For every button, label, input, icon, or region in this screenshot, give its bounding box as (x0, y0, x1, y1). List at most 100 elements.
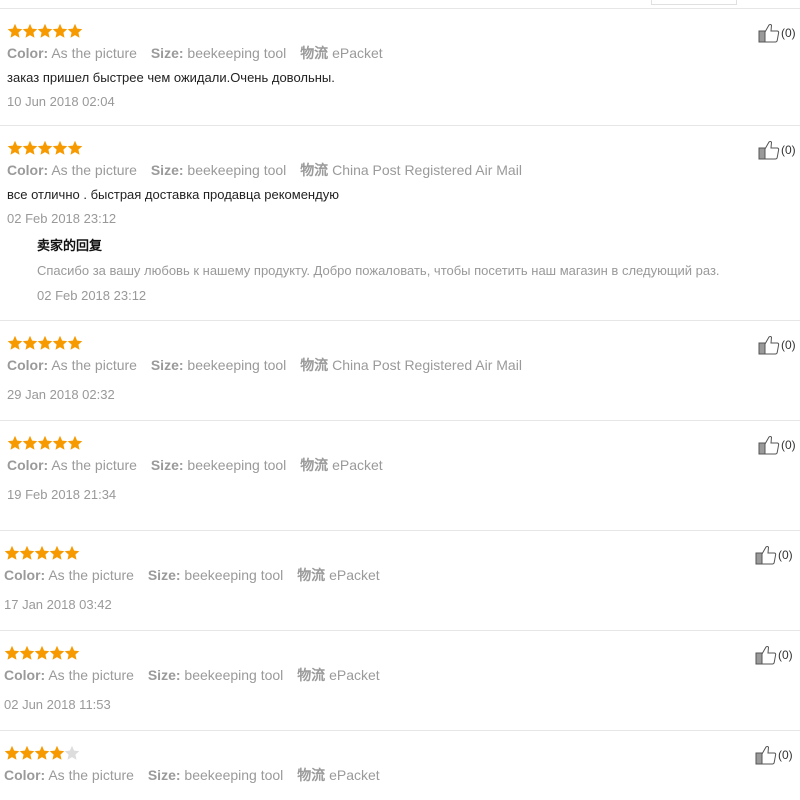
star-icon (67, 23, 83, 39)
review-text: все отлично . быстрая доставка продавца … (7, 187, 339, 202)
color-value: As the picture (48, 767, 134, 783)
thumbs-up-icon (758, 23, 780, 43)
review-item: Color: As the picture Size: beekeeping t… (0, 631, 800, 731)
star-icon (37, 23, 53, 39)
sku-info: Color: As the picture Size: beekeeping t… (7, 457, 393, 473)
thumbs-up-icon (755, 545, 777, 565)
color-label: Color: (7, 162, 49, 178)
review-item: Color: As the picture Size: beekeeping t… (0, 731, 800, 800)
like-button[interactable]: (0) (758, 435, 796, 455)
like-count: (0) (781, 26, 796, 40)
sku-info: Color: As the picture Size: beekeeping t… (7, 357, 532, 373)
seller-reply-text: Спасибо за вашу любовь к нашему продукту… (37, 263, 720, 278)
review-date: 10 Jun 2018 02:04 (7, 94, 115, 109)
thumbs-up-icon (755, 645, 777, 665)
star-icon (22, 140, 38, 156)
like-count: (0) (781, 143, 796, 157)
size-value: beekeeping tool (187, 162, 287, 178)
like-count: (0) (781, 438, 796, 452)
like-count: (0) (778, 748, 793, 762)
color-label: Color: (7, 45, 49, 61)
shipping-value: ePacket (332, 457, 383, 473)
review-item: Color: As the picture Size: beekeeping t… (0, 531, 800, 631)
star-icon (34, 545, 50, 561)
star-icon (22, 435, 38, 451)
star-icon (34, 645, 50, 661)
star-icon (22, 23, 38, 39)
color-label: Color: (7, 357, 49, 373)
like-button[interactable]: (0) (755, 545, 793, 565)
like-button[interactable]: (0) (755, 745, 793, 765)
size-value: beekeeping tool (187, 357, 287, 373)
shipping-value: China Post Registered Air Mail (332, 162, 522, 178)
size-value: beekeeping tool (184, 667, 284, 683)
like-button[interactable]: (0) (758, 140, 796, 160)
star-icon (64, 545, 80, 561)
star-icon (7, 23, 23, 39)
seller-reply-date: 02 Feb 2018 23:12 (37, 288, 147, 303)
like-count: (0) (778, 548, 793, 562)
star-icon (22, 335, 38, 351)
size-value: beekeeping tool (187, 457, 287, 473)
color-value: As the picture (48, 667, 134, 683)
size-label: Size: (150, 162, 184, 178)
thumbs-up-icon (755, 745, 777, 765)
shipping-label: 物流 (297, 667, 326, 683)
star-icon (19, 645, 35, 661)
color-value: As the picture (51, 45, 137, 61)
sku-info: Color: As the picture Size: beekeeping t… (4, 667, 390, 683)
star-icon (37, 335, 53, 351)
like-button[interactable]: (0) (755, 645, 793, 665)
color-value: As the picture (51, 357, 137, 373)
size-label: Size: (147, 767, 181, 783)
thumbs-up-icon (758, 140, 780, 160)
like-button[interactable]: (0) (758, 23, 796, 43)
star-icon (19, 745, 35, 761)
star-icon (37, 140, 53, 156)
color-value: As the picture (51, 162, 137, 178)
star-icon (52, 140, 68, 156)
color-label: Color: (7, 457, 49, 473)
size-label: Size: (150, 357, 184, 373)
shipping-label: 物流 (297, 767, 326, 783)
review-date: 02 Jun 2018 11:53 (4, 697, 111, 712)
star-icon (19, 545, 35, 561)
star-icon (7, 435, 23, 451)
color-label: Color: (4, 767, 46, 783)
size-label: Size: (150, 45, 184, 61)
seller-reply-title: 卖家的回复 (37, 238, 103, 253)
review-item: Color: As the picture Size: beekeeping t… (0, 421, 800, 531)
like-count: (0) (778, 648, 793, 662)
size-value: beekeeping tool (184, 567, 284, 583)
star-icon (49, 645, 65, 661)
like-button[interactable]: (0) (758, 335, 796, 355)
star-icon (64, 645, 80, 661)
star-icon (52, 435, 68, 451)
star-icon (52, 335, 68, 351)
shipping-label: 物流 (297, 567, 326, 583)
size-label: Size: (147, 667, 181, 683)
thumbs-up-icon (758, 335, 780, 355)
review-item: Color: As the picture Size: beekeeping t… (0, 321, 800, 421)
shipping-value: ePacket (329, 667, 380, 683)
shipping-value: China Post Registered Air Mail (332, 357, 522, 373)
review-date: 19 Feb 2018 21:34 (7, 487, 117, 502)
star-icon (67, 435, 83, 451)
shipping-label: 物流 (300, 357, 329, 373)
star-icon (4, 745, 20, 761)
star-icon (7, 140, 23, 156)
review-date: 02 Feb 2018 23:12 (7, 211, 117, 226)
star-icon (64, 745, 80, 761)
top-control[interactable] (651, 0, 737, 5)
size-value: beekeeping tool (184, 767, 284, 783)
shipping-value: ePacket (329, 767, 380, 783)
color-value: As the picture (48, 567, 134, 583)
like-count: (0) (781, 338, 796, 352)
color-label: Color: (4, 667, 46, 683)
color-value: As the picture (51, 457, 137, 473)
sku-info: Color: As the picture Size: beekeeping t… (4, 767, 390, 783)
review-date: 29 Jan 2018 02:32 (7, 387, 115, 402)
review-item: Color: As the picture Size: beekeeping t… (0, 9, 800, 126)
star-icon (34, 745, 50, 761)
star-icon (67, 335, 83, 351)
